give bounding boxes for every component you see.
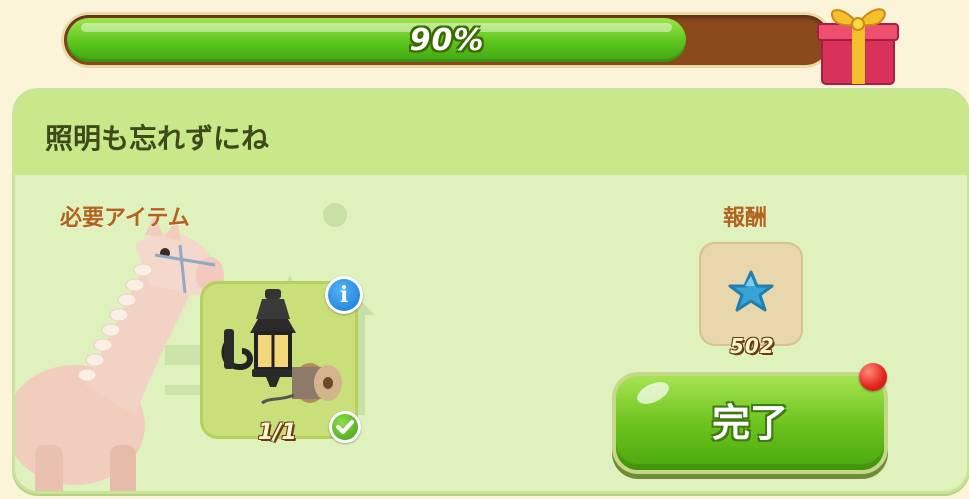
complete-button-label: 完了 xyxy=(711,401,788,445)
red-notification-dot xyxy=(859,363,887,391)
quest-title: 照明も忘れずにね xyxy=(45,122,270,155)
complete-button[interactable]: 完了 xyxy=(616,376,884,470)
reward-card xyxy=(699,242,803,346)
blue-star-icon xyxy=(728,270,774,312)
required-items-label: 必要アイテム xyxy=(60,206,190,231)
reward-value: 502 xyxy=(730,334,775,358)
reward-label: 報酬 xyxy=(723,206,768,231)
progress-percent: 90% xyxy=(409,23,485,58)
check-icon xyxy=(329,411,361,443)
gift-box-icon[interactable] xyxy=(812,0,904,88)
required-item-count: 1/1 xyxy=(258,420,297,445)
info-icon[interactable]: i xyxy=(325,276,363,314)
